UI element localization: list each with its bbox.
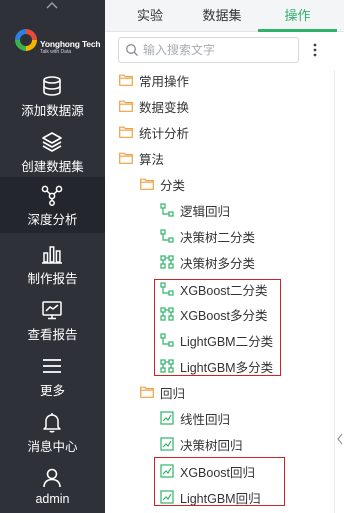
tree-folder-label: 统计分析 xyxy=(139,126,190,141)
search-input[interactable] xyxy=(143,41,293,59)
sidebar-item-label: 创建数据集 xyxy=(21,160,84,174)
highlight-box-classification xyxy=(154,279,281,376)
bar-chart-icon xyxy=(42,246,62,264)
tree-item-linear-regression[interactable]: 线性回归 xyxy=(160,407,230,429)
folder-open-icon xyxy=(119,152,133,164)
tab-experiment[interactable]: 实验 xyxy=(113,0,187,32)
tree-folder-algorithms[interactable]: 算法 xyxy=(119,147,164,169)
folder-open-icon xyxy=(140,178,154,190)
chevron-left-icon[interactable] xyxy=(336,432,344,446)
bell-icon xyxy=(43,413,61,433)
sidebar-item-label: 消息中心 xyxy=(27,440,78,454)
tree-item-decision-tree-multi[interactable]: 决策树多分类 xyxy=(160,251,255,273)
folder-icon xyxy=(119,74,133,86)
highlight-box-regression xyxy=(154,457,285,506)
regression-chart-icon xyxy=(160,437,174,451)
logo-name: Yonghong Tech xyxy=(40,39,101,49)
active-tab-indicator xyxy=(258,29,337,32)
sidebar-item-label: admin xyxy=(35,492,70,506)
user-icon xyxy=(43,468,61,488)
tree-item-label: 逻辑回归 xyxy=(180,204,231,219)
sidebar-item-view-report[interactable]: 查看报告 xyxy=(0,292,105,348)
tree-folder-label: 常用操作 xyxy=(139,74,190,89)
sidebar-item-more[interactable]: 更多 xyxy=(0,348,105,404)
sidebar-item-label: 制作报告 xyxy=(27,272,78,286)
multi-class-icon xyxy=(160,255,174,269)
tree-folder-classification[interactable]: 分类 xyxy=(140,173,185,195)
sidebar-item-deep-analysis[interactable]: 深度分析 xyxy=(0,177,105,233)
regression-chart-icon xyxy=(160,411,174,425)
logo-mark xyxy=(15,29,37,51)
tab-operation[interactable]: 操作 xyxy=(260,0,335,32)
tree-item-logistic-regression[interactable]: 逻辑回归 xyxy=(160,199,230,221)
tree-model-icon xyxy=(160,203,174,217)
menu-icon xyxy=(43,359,61,373)
tree-item-label: 线性回归 xyxy=(180,412,231,427)
tree-item-label: 决策树多分类 xyxy=(180,256,256,271)
sidebar-item-user[interactable]: admin xyxy=(0,460,105,513)
database-icon xyxy=(43,76,61,96)
tree-folder-label: 回归 xyxy=(160,386,186,401)
monitor-chart-icon xyxy=(42,301,62,320)
panel-divider xyxy=(334,70,335,513)
more-vertical-icon[interactable] xyxy=(311,42,319,58)
chevron-up-icon[interactable] xyxy=(43,0,61,10)
tree-folder-label: 数据变换 xyxy=(139,100,190,115)
panel-tabs: 实验 数据集 操作 xyxy=(105,0,344,32)
tree-item-decision-tree-binary[interactable]: 决策树二分类 xyxy=(160,225,255,247)
sidebar-item-label: 查看报告 xyxy=(27,328,78,342)
network-icon xyxy=(41,185,63,206)
layers-icon xyxy=(42,132,62,152)
sidebar-item-label: 更多 xyxy=(39,384,65,398)
folder-icon xyxy=(119,126,133,138)
tree-folder-common-ops[interactable]: 常用操作 xyxy=(119,69,189,91)
tab-dataset[interactable]: 数据集 xyxy=(185,0,259,32)
sidebar-item-add-datasource[interactable]: 添加数据源 xyxy=(0,68,105,124)
logo: Yonghong Tech Talk with Data xyxy=(14,27,101,61)
folder-open-icon xyxy=(140,386,154,398)
sidebar-item-label: 添加数据源 xyxy=(21,104,84,118)
tree-folder-data-transform[interactable]: 数据变换 xyxy=(119,95,189,117)
search-icon xyxy=(126,44,138,56)
sidebar-item-make-report[interactable]: 制作报告 xyxy=(0,236,105,292)
tree-item-decision-tree-regression[interactable]: 决策树回归 xyxy=(160,433,243,455)
search-box[interactable] xyxy=(118,37,299,63)
tree-model-icon xyxy=(160,229,174,243)
tree-folder-stats[interactable]: 统计分析 xyxy=(119,121,189,143)
tree-folder-label: 算法 xyxy=(139,152,165,167)
tree-folder-regression[interactable]: 回归 xyxy=(140,381,185,403)
logo-tagline: Talk with Data xyxy=(40,49,72,55)
tree-item-label: 决策树二分类 xyxy=(180,230,256,245)
folder-icon xyxy=(119,100,133,112)
sidebar-item-messages[interactable]: 消息中心 xyxy=(0,404,105,460)
tree-folder-label: 分类 xyxy=(160,178,186,193)
tree-item-label: 决策树回归 xyxy=(180,438,243,453)
sidebar-item-create-dataset[interactable]: 创建数据集 xyxy=(0,124,105,180)
sidebar: Yonghong Tech Talk with Data 添加数据源 创建数据集 xyxy=(0,0,105,513)
sidebar-item-label: 深度分析 xyxy=(27,213,78,227)
